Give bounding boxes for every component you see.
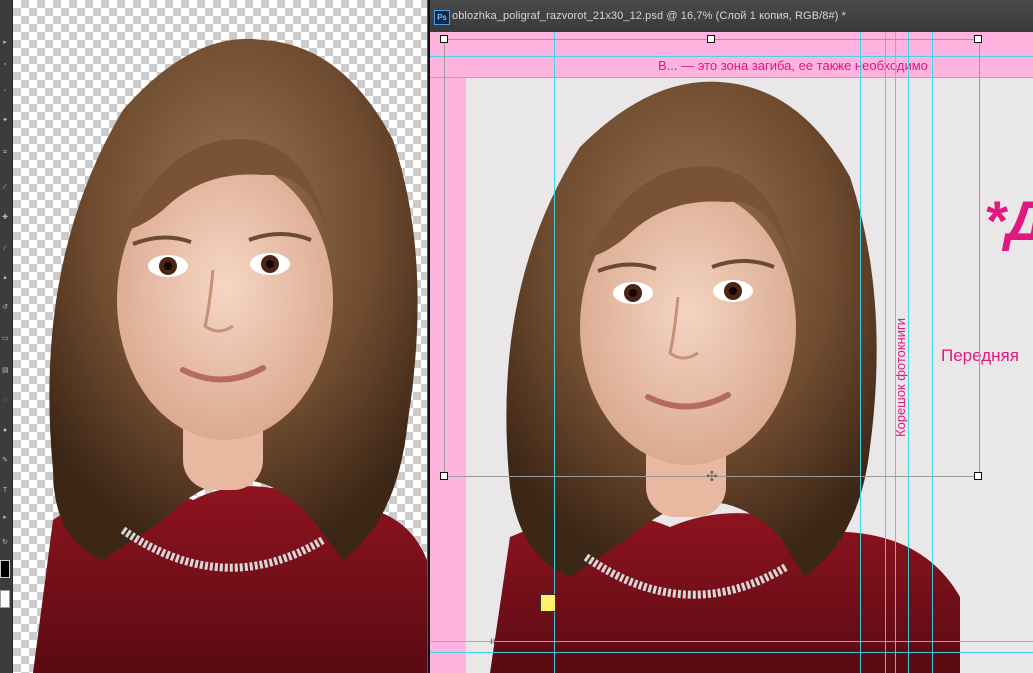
blur-tool-icon[interactable]: ◌ [2,397,8,404]
decorative-title: *Д [984,189,1033,252]
transform-bounding-box[interactable] [444,39,980,477]
transform-handle[interactable] [707,35,715,43]
guide-horizontal[interactable] [430,652,1033,653]
document-canvas[interactable]: В... — это зона загиба, ее также необход… [430,32,1033,673]
dodge-tool-icon[interactable]: ● [2,427,8,434]
eraser-tool-icon[interactable]: ▭ [2,335,9,342]
heal-tool-icon[interactable]: ✚ [2,214,8,221]
eyedropper-tool-icon[interactable]: ⁄ [2,184,8,191]
transform-handle[interactable] [974,472,982,480]
pen-tool-icon[interactable]: ✎ [2,457,8,464]
guide-horizontal[interactable] [430,641,1033,642]
photoshop-icon: Ps [434,10,450,25]
path-select-tool-icon[interactable]: ▸ [2,514,8,521]
crosshair-icon[interactable]: ✣ [706,468,718,485]
document-window[interactable]: Ps oblozhka_poligraf_razvorot_21x30_12.p… [428,0,1033,673]
foreground-color-swatch[interactable] [0,560,10,578]
marker-icon: ıı [490,636,496,647]
marquee-tool-icon[interactable]: ▫ [2,61,8,68]
lasso-tool-icon[interactable]: ◦ [2,87,8,94]
document-tab[interactable]: Ps oblozhka_poligraf_razvorot_21x30_12.p… [430,0,1033,33]
document-title: oblozhka_poligraf_razvorot_21x30_12.psd … [452,10,847,22]
background-color-swatch[interactable] [0,590,10,608]
brush-tool-icon[interactable]: ∕ [2,245,8,252]
portrait-photo [33,38,427,673]
gradient-tool-icon[interactable]: ▤ [2,367,9,374]
type-tool-icon[interactable]: T [2,487,8,494]
crop-tool-icon[interactable]: ⌗ [2,149,8,156]
transform-handle[interactable] [440,472,448,480]
transform-handle[interactable] [440,35,448,43]
wand-tool-icon[interactable]: ✦ [2,117,8,124]
tools-panel: ▸ ▫ ◦ ✦ ⌗ ⁄ ✚ ∕ ▴ ↺ ▭ ▤ ◌ ● ✎ T ▸ ↻ [0,0,13,673]
history-brush-tool-icon[interactable]: ↺ [2,304,8,311]
transform-handle[interactable] [974,35,982,43]
swap-colors-icon[interactable]: ↻ [2,539,8,546]
stamp-tool-icon[interactable]: ▴ [2,274,8,281]
left-document-canvas[interactable] [13,0,427,673]
move-tool-icon[interactable]: ▸ [2,39,8,46]
note-icon[interactable] [540,594,556,612]
